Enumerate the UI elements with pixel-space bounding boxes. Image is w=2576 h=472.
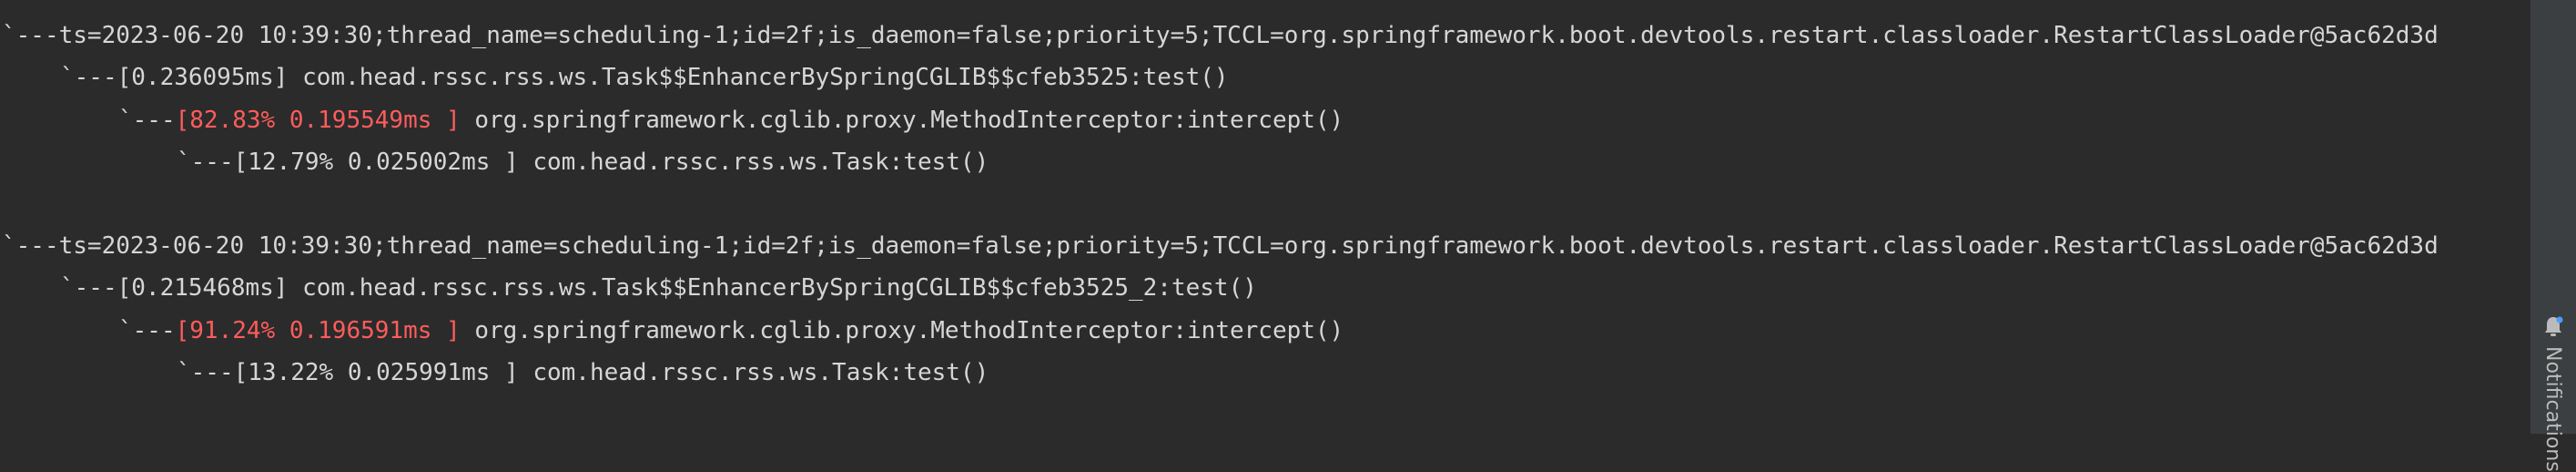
trace-header: `---ts=2023-06-20 10:39:30;thread_name=s… [2, 22, 2439, 49]
trace-call-level-2: `---[82.83% 0.195549ms ] org.springframe… [118, 99, 1344, 141]
trace-branch-prefix: `--- [118, 317, 176, 344]
trace-header: `---ts=2023-06-20 10:39:30;thread_name=s… [2, 232, 2439, 260]
bell-icon [2542, 315, 2564, 339]
console-output[interactable]: `---ts=2023-06-20 10:39:30;thread_name=s… [0, 0, 2530, 434]
trace-method: org.springframework.cglib.proxy.MethodIn… [460, 317, 1344, 344]
notifications-button[interactable]: Notifications [2530, 310, 2576, 472]
trace-call-level-1: `---[0.215468ms] com.head.rssc.rss.ws.Ta… [60, 274, 1257, 302]
trace-call-level-3: `---[13.22% 0.025991ms ] com.head.rssc.r… [177, 359, 989, 386]
trace-branch-prefix: `--- [118, 107, 176, 134]
hot-timing: [91.24% 0.196591ms ] [175, 317, 461, 344]
right-tool-window-strip: Notifications [2530, 0, 2576, 472]
trace-method: org.springframework.cglib.proxy.MethodIn… [460, 107, 1344, 134]
trace-call-level-2: `---[91.24% 0.196591ms ] org.springframe… [118, 310, 1344, 352]
trace-call-level-1: `---[0.236095ms] com.head.rssc.rss.ws.Ta… [60, 64, 1229, 91]
trace-call-level-3: `---[12.79% 0.025002ms ] com.head.rssc.r… [177, 149, 989, 176]
hot-timing: [82.83% 0.195549ms ] [175, 107, 461, 134]
notifications-label: Notifications [2541, 346, 2564, 472]
